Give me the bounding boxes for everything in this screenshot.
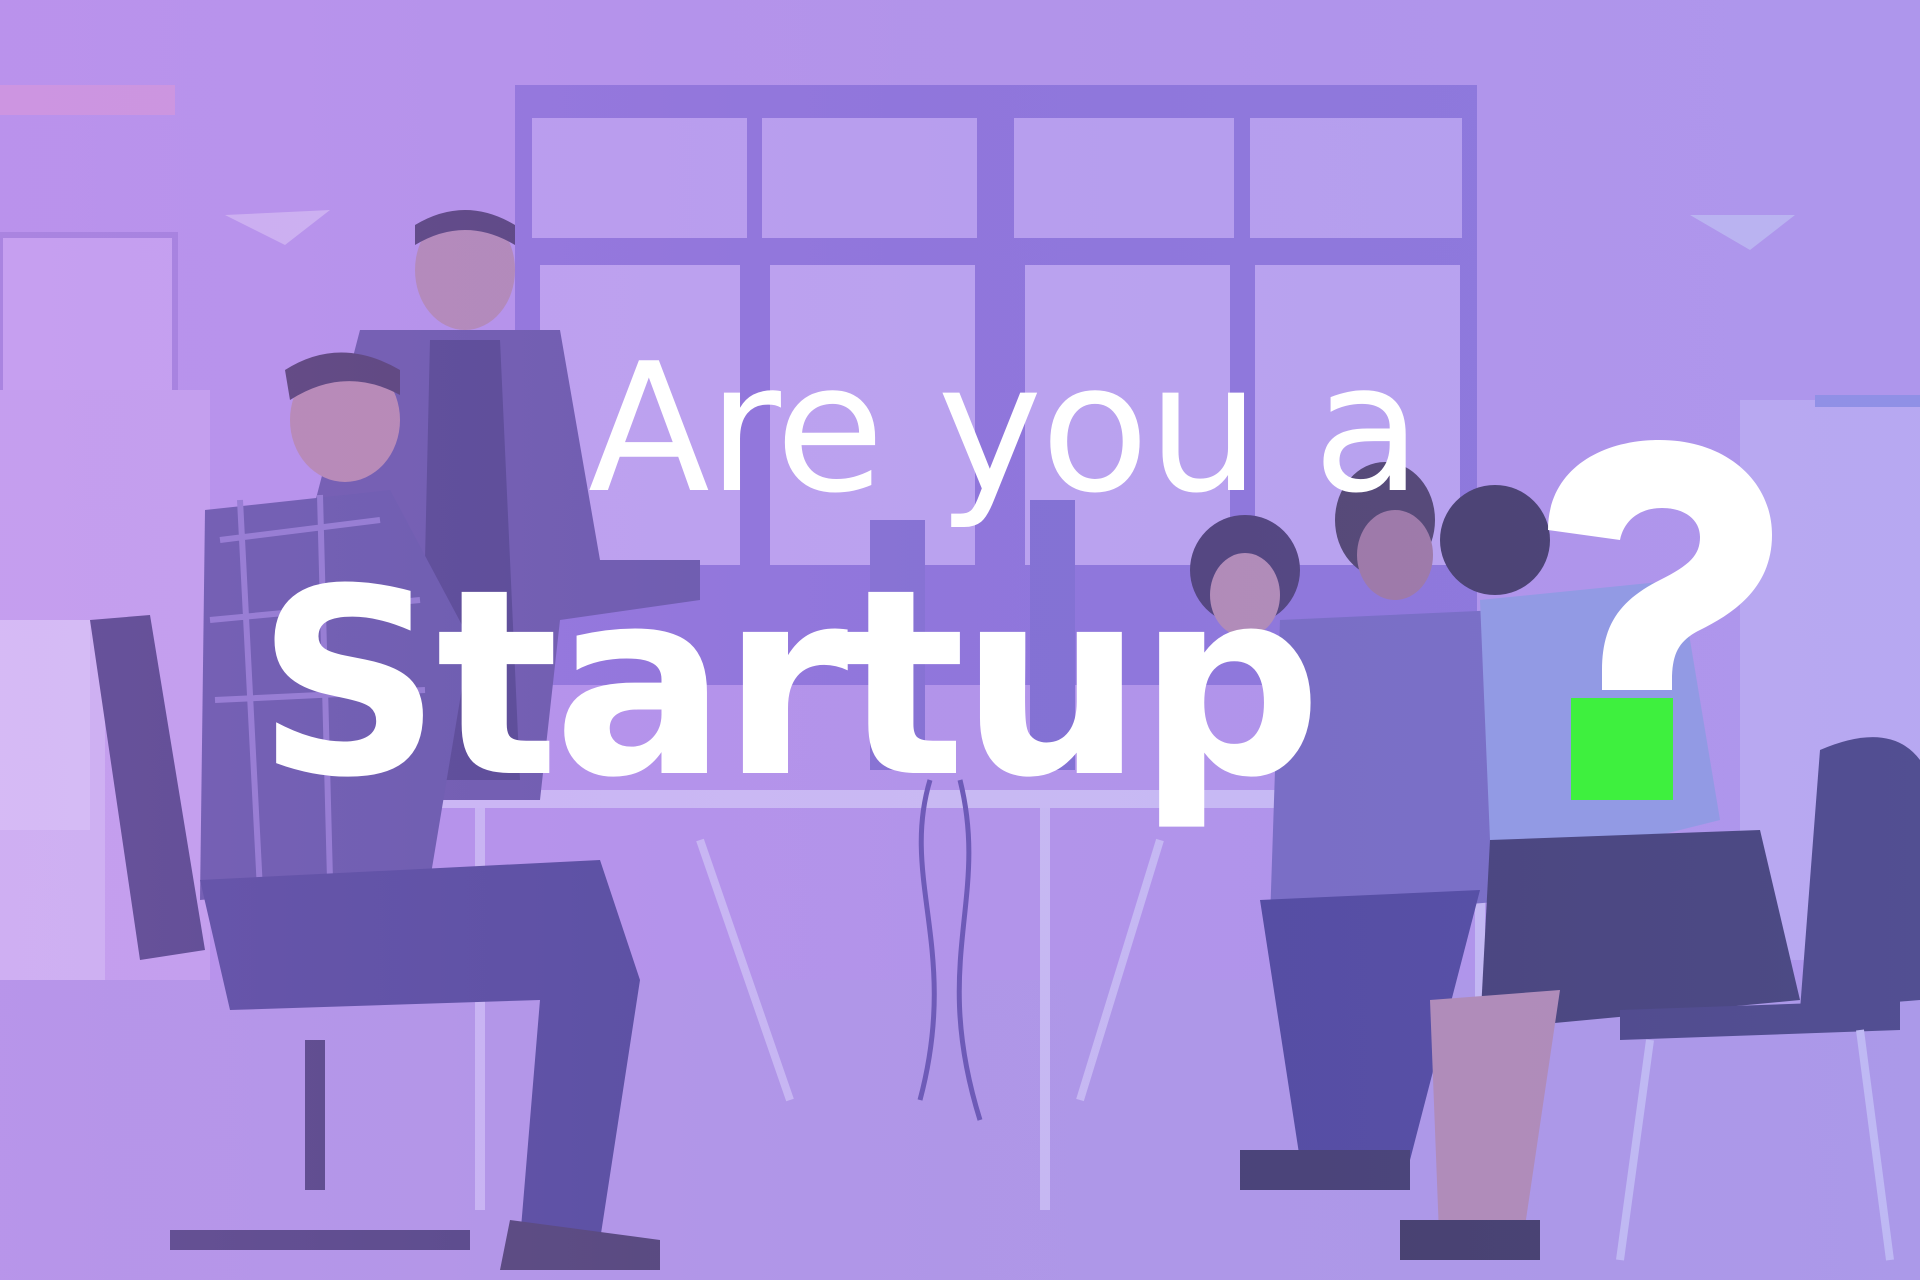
wall-banner (0, 85, 175, 115)
monitor (870, 520, 925, 770)
monitor (1030, 500, 1075, 770)
left-window (0, 232, 178, 398)
printer (0, 620, 90, 830)
office-team-photo (0, 0, 1920, 1280)
hero-banner: Are you a Startup (0, 0, 1920, 1280)
